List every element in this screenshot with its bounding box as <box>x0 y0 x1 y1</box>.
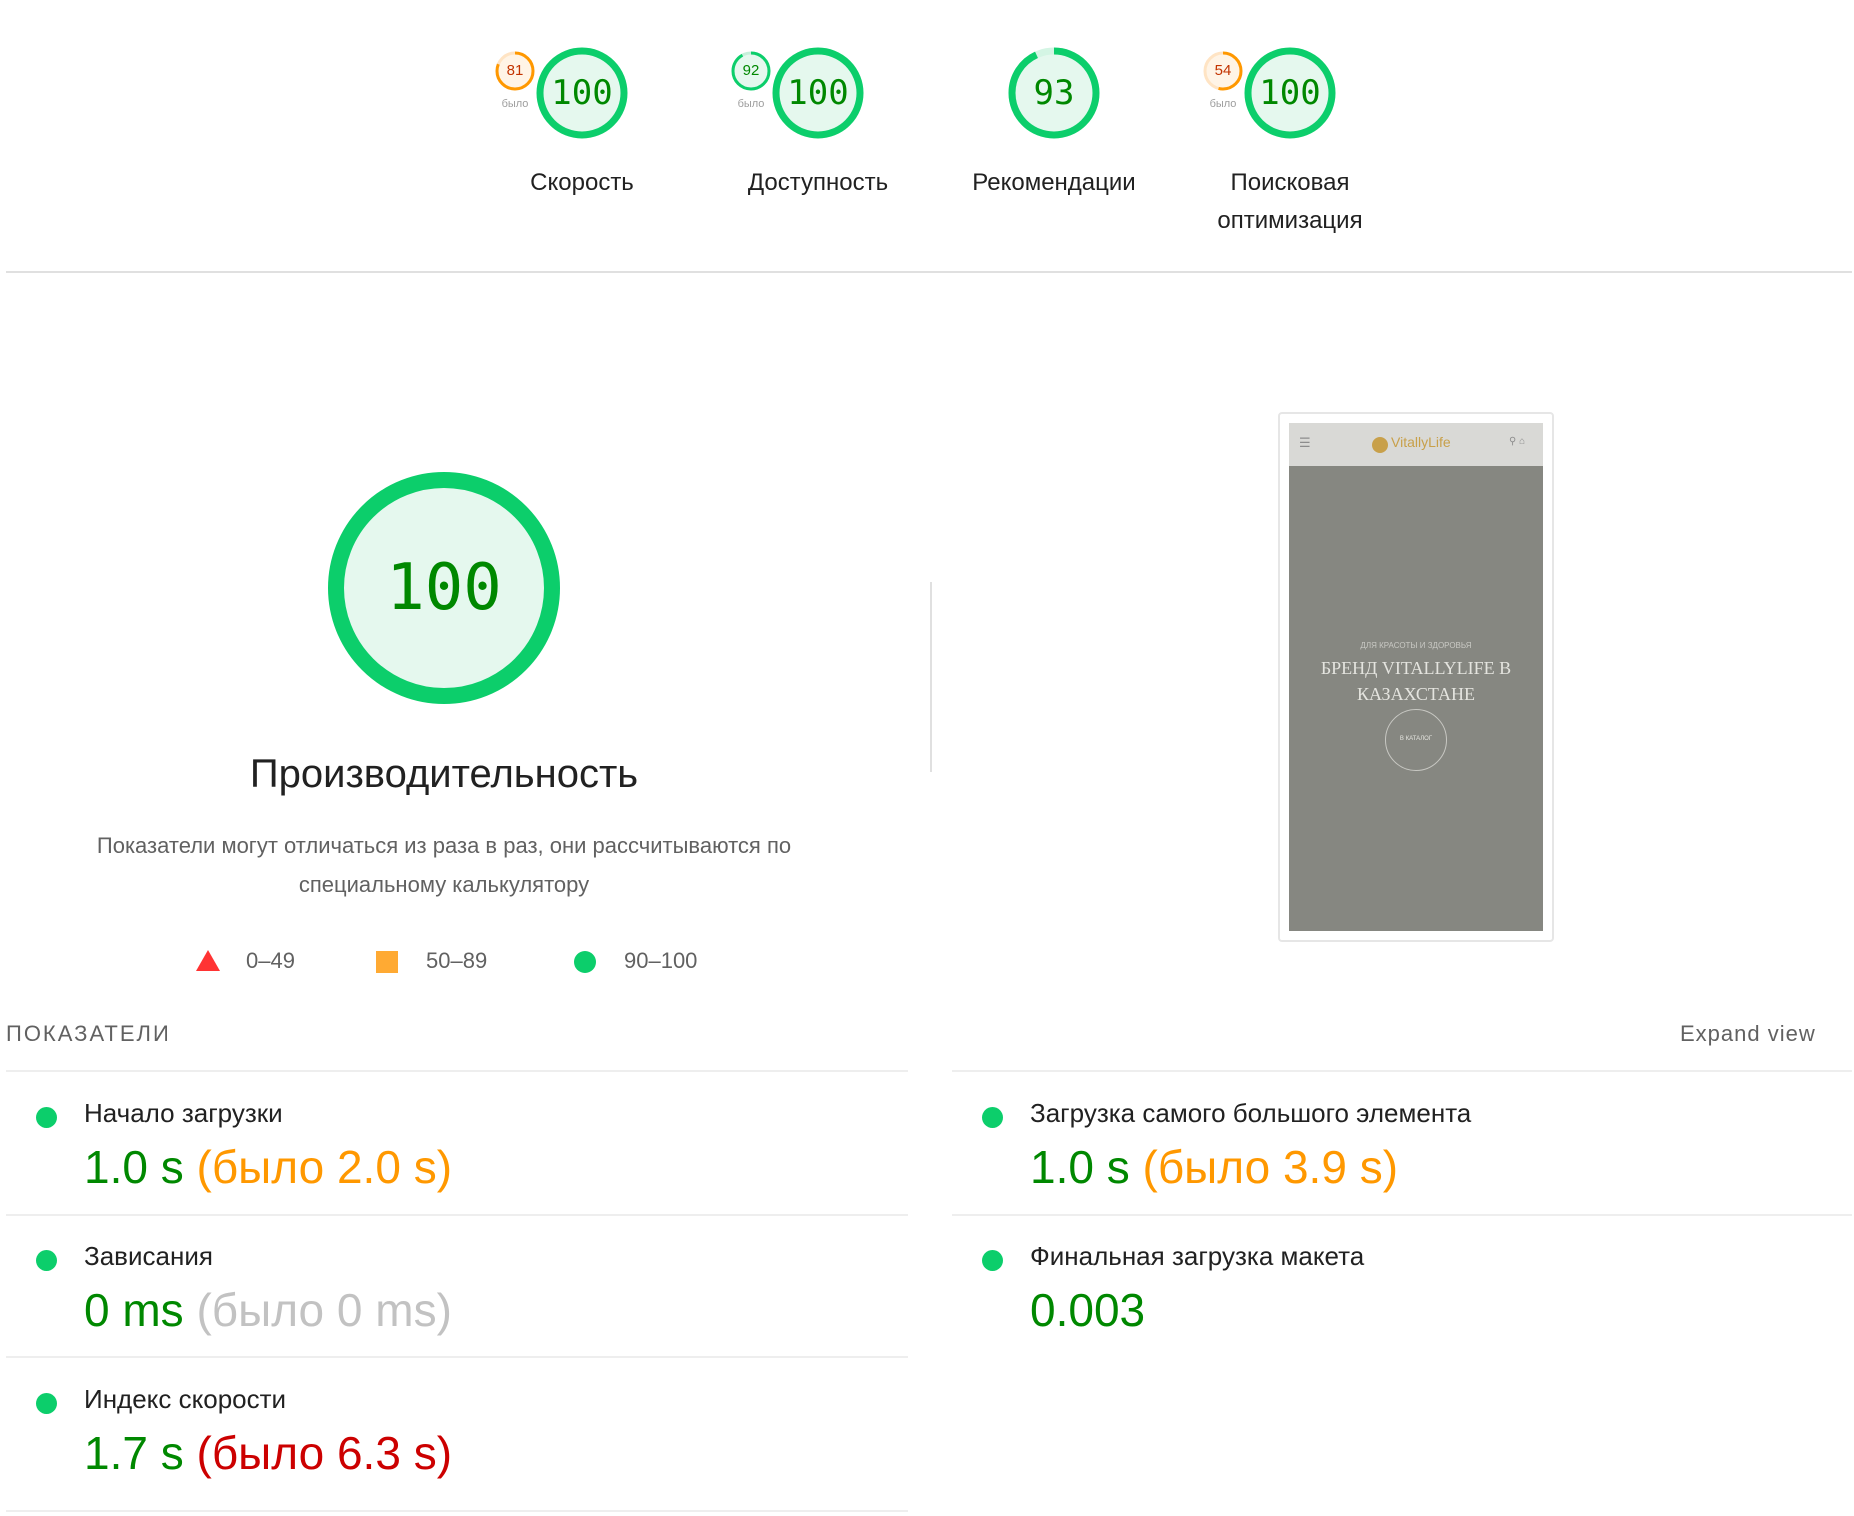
previous-score-caption: было <box>501 98 529 110</box>
previous-score-caption: было <box>1209 98 1237 110</box>
divider <box>952 1214 1852 1216</box>
previous-score-value: 92 <box>742 62 760 79</box>
metric-total-blocking-time[interactable]: Зависания 0 ms (было 0 ms) <box>6 1225 886 1365</box>
metric-previous-value: (было 2.0 s) <box>196 1141 453 1193</box>
metric-value-row: 1.0 s (было 2.0 s) <box>84 1140 452 1194</box>
pass-circle-icon <box>982 1250 1003 1271</box>
metric-speed-index[interactable]: Индекс скорости 1.7 s (было 6.3 s) <box>6 1368 886 1508</box>
metric-previous-value: (было 0 ms) <box>196 1284 452 1336</box>
legend-range: 50–89 <box>426 948 488 973</box>
previous-score-caption: было <box>737 98 765 110</box>
metric-value: 1.0 s <box>84 1141 184 1193</box>
triangle-icon <box>196 950 220 971</box>
performance-title: Производительность <box>249 752 639 796</box>
metric-value-row: 1.7 s (было 6.3 s) <box>84 1426 452 1480</box>
gauge-label: Доступность <box>747 169 889 196</box>
metric-title: Зависания <box>84 1241 213 1271</box>
search-cart-icon: ⚲ ⌂ <box>1509 436 1526 447</box>
legend-range: 0–49 <box>246 948 295 973</box>
metric-value: 0.003 <box>1030 1284 1146 1336</box>
circle-icon <box>574 951 596 973</box>
screenshot-kicker: ДЛЯ КРАСОТЫ И ЗДОРОВЬЯ <box>1360 641 1472 650</box>
gauge-accessibility[interactable]: 92 было 100 Доступность <box>688 46 948 246</box>
page-screenshot-thumbnail[interactable]: ☰ VitallyLife ⚲ ⌂ ДЛЯ КРАСОТЫ И ЗДОРОВЬЯ… <box>1278 412 1554 942</box>
pass-circle-icon <box>982 1107 1003 1128</box>
gauge-label: Поисковая оптимизация <box>1217 169 1363 234</box>
metric-value: 1.7 s <box>84 1427 184 1479</box>
metric-title: Финальная загрузка макета <box>1030 1241 1365 1271</box>
metric-value: 0 ms <box>84 1284 184 1336</box>
divider <box>6 1510 908 1512</box>
metric-first-contentful-paint[interactable]: Начало загрузки 1.0 s (было 2.0 s) <box>6 1082 886 1222</box>
divider <box>6 1214 908 1216</box>
logo-mark-icon <box>1372 437 1388 453</box>
divider <box>952 1070 1852 1072</box>
metric-value: 1.0 s <box>1030 1141 1130 1193</box>
screenshot-catalog-label: В КАТАЛОГ <box>1399 736 1433 742</box>
score-value: 100 <box>787 73 849 113</box>
metrics-section-title: ПОКАЗАТЕЛИ <box>6 1021 171 1046</box>
metric-previous-value: (было 6.3 s) <box>196 1427 453 1479</box>
divider <box>6 271 1852 273</box>
previous-score: 54 было <box>1202 50 1244 110</box>
screenshot-headline: БРЕНД VITALLYLIFE В КАЗАХСТАНЕ <box>1320 658 1512 704</box>
metric-value-row: 1.0 s (было 3.9 s) <box>1030 1140 1398 1194</box>
metric-title: Начало загрузки <box>84 1098 283 1128</box>
screenshot-catalog-button: В КАТАЛОГ <box>1385 709 1447 771</box>
score-value: 100 <box>1259 73 1321 113</box>
metric-cumulative-layout-shift[interactable]: Финальная загрузка макета 0.003 <box>952 1225 1832 1365</box>
metric-largest-contentful-paint[interactable]: Загрузка самого большого элемента 1.0 s … <box>952 1082 1832 1222</box>
gauge-seo[interactable]: 54 было 100 Поисковая оптимизация <box>1160 46 1420 246</box>
menu-icon: ☰ <box>1299 435 1311 450</box>
metric-value-row: 0 ms (было 0 ms) <box>84 1283 452 1337</box>
previous-score-value: 54 <box>1214 62 1232 79</box>
performance-score: 100 <box>386 551 502 625</box>
metric-value-row: 0.003 <box>1030 1283 1145 1337</box>
pass-circle-icon <box>36 1107 57 1128</box>
score-value: 93 <box>1033 73 1075 113</box>
gauge-speed[interactable]: 81 было 100 Скорость <box>452 46 712 246</box>
pass-circle-icon <box>36 1393 57 1414</box>
divider <box>6 1070 908 1072</box>
gauge-label: Скорость <box>530 169 634 196</box>
gauge-label: Рекомендации <box>972 169 1136 196</box>
previous-score: 92 было <box>730 50 772 110</box>
expand-view-button[interactable]: Expand view <box>1680 1021 1816 1047</box>
vertical-divider <box>930 582 932 772</box>
previous-score: 81 было <box>494 50 536 110</box>
legend-range: 90–100 <box>624 948 698 973</box>
screenshot-screen: ☰ VitallyLife ⚲ ⌂ ДЛЯ КРАСОТЫ И ЗДОРОВЬЯ… <box>1289 423 1543 931</box>
pass-circle-icon <box>36 1250 57 1271</box>
metric-title: Индекс скорости <box>84 1384 287 1414</box>
metric-title: Загрузка самого большого элемента <box>1030 1098 1472 1128</box>
divider <box>6 1356 908 1358</box>
square-icon <box>376 951 398 973</box>
score-value: 100 <box>551 73 613 113</box>
performance-description: Показатели могут отличаться из раза в ра… <box>96 833 792 897</box>
screenshot-header: ☰ VitallyLife ⚲ ⌂ <box>1289 423 1543 466</box>
metric-previous-value: (было 3.9 s) <box>1142 1141 1399 1193</box>
screenshot-logo: VitallyLife <box>1391 434 1451 450</box>
gauge-best-practices[interactable]: 93 Рекомендации <box>924 46 1184 246</box>
previous-score-value: 81 <box>506 62 524 79</box>
